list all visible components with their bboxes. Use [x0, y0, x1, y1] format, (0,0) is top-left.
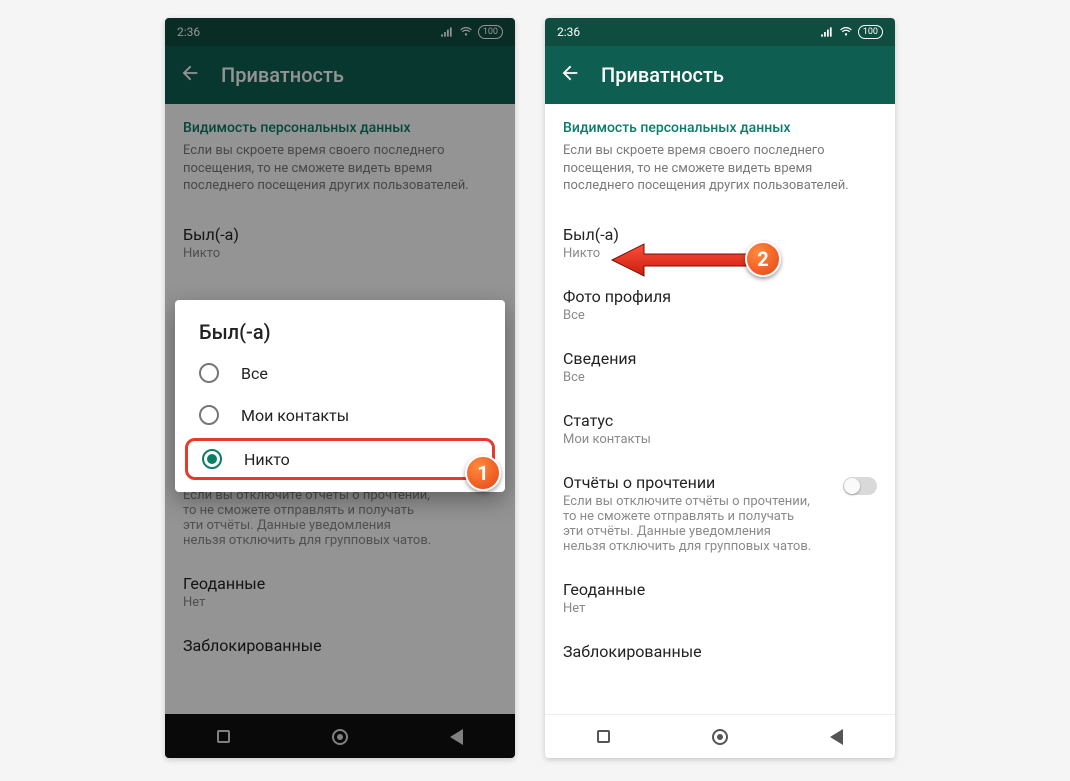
- app-bar: Приватность: [165, 46, 515, 104]
- status-time: 2:36: [557, 25, 580, 39]
- phone-screenshot-left: 2:36 100 Приватность Видимость персональ…: [165, 18, 515, 758]
- settings-content: Видимость персональных данных Если вы ск…: [545, 104, 895, 714]
- radio-icon: [202, 449, 222, 469]
- setting-description: Если вы отключите отчёты о прочтении, то…: [183, 488, 433, 548]
- setting-value: Нет: [563, 601, 877, 616]
- signal-icon: [440, 25, 454, 39]
- status-bar: 2:36 100: [545, 18, 895, 46]
- nav-back-icon[interactable]: [825, 725, 849, 749]
- setting-label: Геоданные: [183, 574, 497, 593]
- status-bar: 2:36 100: [165, 18, 515, 46]
- nav-recent-icon[interactable]: [591, 725, 615, 749]
- section-description: Если вы скроете время своего последнего …: [183, 142, 497, 195]
- setting-label: Заблокированные: [183, 636, 497, 655]
- option-my-contacts[interactable]: Мои контакты: [175, 394, 505, 436]
- setting-value: Все: [563, 370, 877, 385]
- battery-icon: 100: [478, 25, 503, 39]
- option-label: Мои контакты: [241, 406, 349, 425]
- setting-label: Геоданные: [563, 580, 877, 599]
- section-description: Если вы скроете время своего последнего …: [563, 142, 877, 195]
- back-icon[interactable]: [179, 62, 201, 88]
- status-icons: 100: [820, 25, 883, 39]
- setting-description: Если вы отключите отчёты о прочтении, то…: [563, 494, 813, 554]
- phone-screenshot-right: 2:36 100 Приватность Видимость персональ…: [545, 18, 895, 758]
- setting-label: Статус: [563, 411, 877, 430]
- wifi-icon: [839, 25, 853, 39]
- setting-profile-photo[interactable]: Фото профиля Все: [563, 275, 877, 337]
- app-bar: Приватность: [545, 46, 895, 104]
- back-icon[interactable]: [559, 62, 581, 88]
- battery-icon: 100: [858, 25, 883, 39]
- setting-label: Был(-а): [563, 225, 877, 244]
- dialog-title: Был(-а): [175, 320, 505, 352]
- page-title: Приватность: [601, 63, 724, 87]
- toggle-switch[interactable]: [843, 477, 877, 495]
- signal-icon: [820, 25, 834, 39]
- setting-label: Сведения: [563, 349, 877, 368]
- setting-about[interactable]: Сведения Все: [563, 337, 877, 399]
- wifi-icon: [459, 25, 473, 39]
- last-seen-dialog: Был(-а) Все Мои контакты Никто: [175, 300, 505, 492]
- setting-last-seen[interactable]: Был(-а) Никто: [183, 213, 497, 275]
- setting-label: Отчёты о прочтении: [563, 473, 813, 492]
- setting-live-location[interactable]: Геоданные Нет: [563, 568, 877, 630]
- setting-value: Никто: [183, 246, 497, 261]
- option-everyone[interactable]: Все: [175, 352, 505, 394]
- section-heading: Видимость персональных данных: [563, 120, 877, 136]
- radio-icon: [199, 405, 219, 425]
- nav-home-icon[interactable]: [708, 725, 732, 749]
- section-heading: Видимость персональных данных: [183, 120, 497, 136]
- nav-home-icon[interactable]: [328, 725, 352, 749]
- page-title: Приватность: [221, 63, 344, 87]
- setting-value: Все: [563, 308, 877, 323]
- option-nobody[interactable]: Никто: [185, 438, 495, 480]
- option-label: Никто: [244, 450, 290, 469]
- setting-blocked[interactable]: Заблокированные: [183, 624, 497, 669]
- android-nav-bar: [545, 714, 895, 758]
- setting-read-receipts[interactable]: Отчёты о прочтении Если вы отключите отч…: [563, 461, 877, 568]
- option-label: Все: [241, 364, 268, 383]
- setting-label: Фото профиля: [563, 287, 877, 306]
- annotation-arrow: [610, 242, 750, 278]
- setting-value: Мои контакты: [563, 432, 877, 447]
- setting-live-location[interactable]: Геоданные Нет: [183, 562, 497, 624]
- status-time: 2:36: [177, 25, 200, 39]
- setting-label: Заблокированные: [563, 642, 877, 661]
- status-icons: 100: [440, 25, 503, 39]
- annotation-badge-1: 1: [465, 455, 501, 491]
- setting-value: Нет: [183, 595, 497, 610]
- nav-recent-icon[interactable]: [211, 725, 235, 749]
- setting-blocked[interactable]: Заблокированные: [563, 630, 877, 675]
- annotation-badge-2: 2: [745, 241, 781, 277]
- nav-back-icon[interactable]: [445, 725, 469, 749]
- setting-label: Был(-а): [183, 225, 497, 244]
- radio-icon: [199, 363, 219, 383]
- setting-status[interactable]: Статус Мои контакты: [563, 399, 877, 461]
- android-nav-bar: [165, 714, 515, 758]
